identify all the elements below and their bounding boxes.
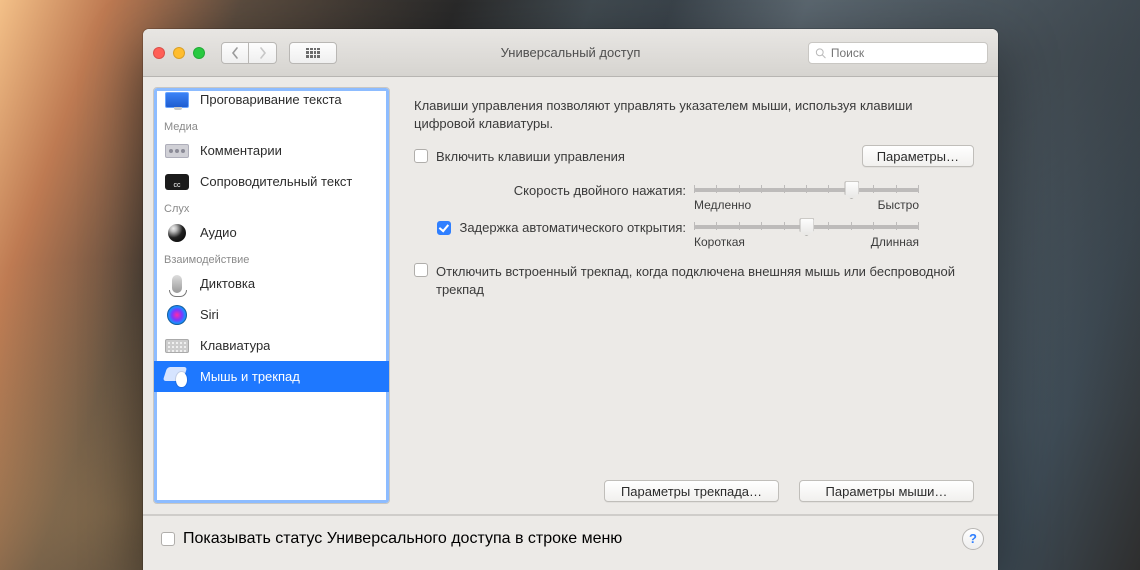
captions-icon: cc — [165, 174, 189, 190]
mouse-keys-options-button[interactable]: Параметры… — [862, 145, 974, 167]
description-icon — [165, 144, 189, 158]
sidebar-item-comments[interactable]: Комментарии — [154, 135, 389, 166]
sidebar-item-label: Комментарии — [200, 143, 282, 158]
close-window-button[interactable] — [153, 47, 165, 59]
sidebar-item-audio[interactable]: Аудио — [154, 217, 389, 248]
grid-icon — [306, 48, 320, 58]
help-icon: ? — [969, 531, 977, 546]
button-label: Параметры трекпада… — [621, 484, 762, 499]
sidebar-item-label: Аудио — [200, 225, 237, 240]
minimize-window-button[interactable] — [173, 47, 185, 59]
chevron-left-icon — [231, 47, 239, 59]
mic-icon — [172, 275, 182, 293]
sidebar-item-label: Проговаривание текста — [200, 92, 342, 107]
slider-max-label: Быстро — [878, 198, 919, 212]
keyboard-icon — [165, 339, 189, 353]
sidebar-group-hearing: Слух — [154, 197, 389, 217]
sidebar: Проговаривание текста Медиа Комментарии … — [153, 87, 390, 504]
monitor-icon — [165, 92, 189, 108]
ignore-trackpad-checkbox[interactable] — [414, 263, 428, 277]
siri-icon — [167, 305, 187, 325]
button-label: Параметры мыши… — [826, 484, 948, 499]
enable-mouse-keys-checkbox[interactable] — [414, 149, 428, 163]
ignore-trackpad-label: Отключить встроенный трекпад, когда подк… — [436, 263, 974, 298]
window-controls — [153, 47, 205, 59]
show-in-menubar-label: Показывать статус Универсального доступа… — [183, 530, 622, 548]
double-click-speed-label: Скорость двойного нажатия: — [414, 181, 694, 198]
double-click-speed-slider[interactable] — [694, 188, 919, 192]
mouse-keys-description: Клавиши управления позволяют управлять у… — [414, 97, 974, 133]
spring-loading-delay-slider[interactable] — [694, 225, 919, 229]
spring-loading-label: Задержка автоматического открытия: — [459, 220, 686, 235]
sidebar-item-dictation[interactable]: Диктовка — [154, 268, 389, 299]
search-icon — [815, 47, 826, 59]
search-input[interactable] — [831, 46, 981, 60]
sidebar-group-interaction: Взаимодействие — [154, 248, 389, 268]
spring-loading-checkbox[interactable] — [437, 221, 451, 235]
search-field[interactable] — [808, 42, 988, 64]
sidebar-group-media: Медиа — [154, 115, 389, 135]
sidebar-item-siri[interactable]: Siri — [154, 299, 389, 330]
speaker-icon — [168, 224, 186, 242]
help-button[interactable]: ? — [962, 528, 984, 550]
titlebar: Универсальный доступ — [143, 29, 998, 77]
show-all-button[interactable] — [289, 42, 337, 64]
sidebar-item-speech[interactable]: Проговаривание текста — [154, 87, 389, 115]
sidebar-item-captions[interactable]: cc Сопроводительный текст — [154, 166, 389, 197]
show-in-menubar-checkbox[interactable] — [161, 532, 175, 546]
chevron-right-icon — [259, 47, 267, 59]
mouse-options-button[interactable]: Параметры мыши… — [799, 480, 974, 502]
trackpad-options-button[interactable]: Параметры трекпада… — [604, 480, 779, 502]
sidebar-item-mouse-trackpad[interactable]: Мышь и трекпад — [154, 361, 389, 392]
sidebar-item-label: Диктовка — [200, 276, 255, 291]
forward-button[interactable] — [249, 42, 277, 64]
slider-knob[interactable] — [844, 181, 859, 199]
sidebar-item-label: Siri — [200, 307, 219, 322]
enable-mouse-keys-label: Включить клавиши управления — [436, 149, 625, 164]
slider-min-label: Короткая — [694, 235, 745, 249]
footer: Показывать статус Универсального доступа… — [143, 515, 998, 561]
mouse-trackpad-icon — [165, 367, 189, 387]
zoom-window-button[interactable] — [193, 47, 205, 59]
content-pane: Клавиши управления позволяют управлять у… — [390, 77, 998, 514]
slider-knob[interactable] — [799, 218, 814, 236]
sidebar-item-label: Клавиатура — [200, 338, 270, 353]
sidebar-item-label: Сопроводительный текст — [200, 174, 352, 189]
sidebar-item-keyboard[interactable]: Клавиатура — [154, 330, 389, 361]
nav-back-forward — [221, 42, 277, 64]
preferences-window: Универсальный доступ Проговаривание текс… — [143, 29, 998, 570]
sidebar-item-label: Мышь и трекпад — [200, 369, 300, 384]
slider-max-label: Длинная — [871, 235, 919, 249]
button-label: Параметры… — [877, 149, 959, 164]
slider-min-label: Медленно — [694, 198, 751, 212]
back-button[interactable] — [221, 42, 249, 64]
